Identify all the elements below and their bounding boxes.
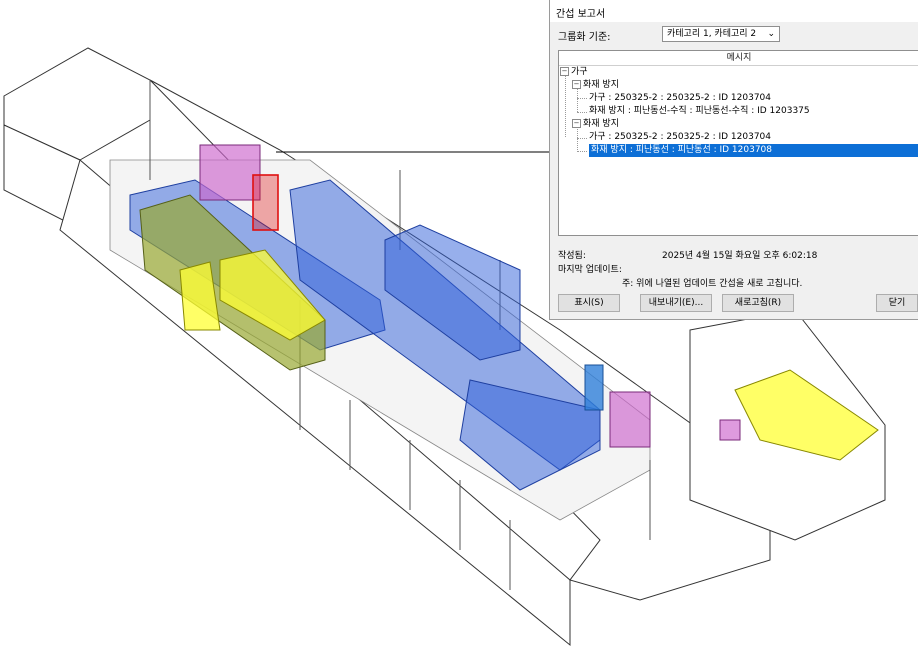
clash-element: [252, 174, 279, 231]
show-button[interactable]: 표시(S): [558, 294, 620, 312]
column-blue: [584, 364, 604, 411]
created-value: 2025년 4월 15일 화요일 오후 6:02:18: [662, 251, 818, 261]
export-button[interactable]: 내보내기(E)...: [640, 294, 712, 312]
column-magenta-3: [719, 419, 741, 441]
interference-report-dialog: 간섭 보고서 그룹화 기준: 카테고리 1, 카테고리 2 ⌄ 메시지 − 가구 …: [549, 0, 918, 320]
created-label: 작성됨:: [558, 251, 586, 261]
group-by-select[interactable]: 카테고리 1, 카테고리 2 ⌄: [662, 26, 780, 42]
column-magenta-1: [199, 144, 261, 201]
refresh-button[interactable]: 새로고침(R): [722, 294, 794, 312]
collapse-icon[interactable]: −: [572, 119, 581, 128]
group-by-label: 그룹화 기준:: [558, 32, 611, 43]
column-header-message: 메시지: [559, 51, 918, 66]
dialog-title: 간섭 보고서: [556, 9, 606, 20]
dialog-titlebar[interactable]: 간섭 보고서: [550, 0, 918, 22]
tree-leaf-1[interactable]: 가구 : 250325-2 : 250325-2 : ID 1203704: [589, 92, 771, 105]
tree-node-fire-1[interactable]: − 화재 방지: [572, 79, 619, 92]
collapse-icon[interactable]: −: [560, 67, 569, 76]
tree-leaf-3[interactable]: 가구 : 250325-2 : 250325-2 : ID 1203704: [589, 131, 771, 144]
collapse-icon[interactable]: −: [572, 80, 581, 89]
clash-tree[interactable]: 메시지 − 가구 − 화재 방지 가구 : 250325-2 : 250325-2 …: [558, 50, 918, 236]
tree-node-fire-2[interactable]: − 화재 방지: [572, 118, 619, 131]
tree-node-furniture[interactable]: − 가구: [560, 66, 588, 79]
tree-leaf-selected[interactable]: 화재 방지 : 피난동선 : 피난동선 : ID 1203708: [589, 144, 918, 157]
close-button[interactable]: 닫기: [876, 294, 918, 312]
column-magenta-2: [609, 391, 651, 448]
updated-label: 마지막 업데이트:: [558, 265, 622, 275]
tree-leaf-2[interactable]: 화재 방지 : 피난동선-수직 : 피난동선-수직 : ID 1203375: [589, 105, 810, 118]
group-by-value: 카테고리 1, 카테고리 2: [667, 29, 757, 39]
note-text: 주: 위에 나열된 업데이트 간섭을 새로 고칩니다.: [622, 279, 803, 289]
chevron-down-icon: ⌄: [767, 29, 775, 39]
